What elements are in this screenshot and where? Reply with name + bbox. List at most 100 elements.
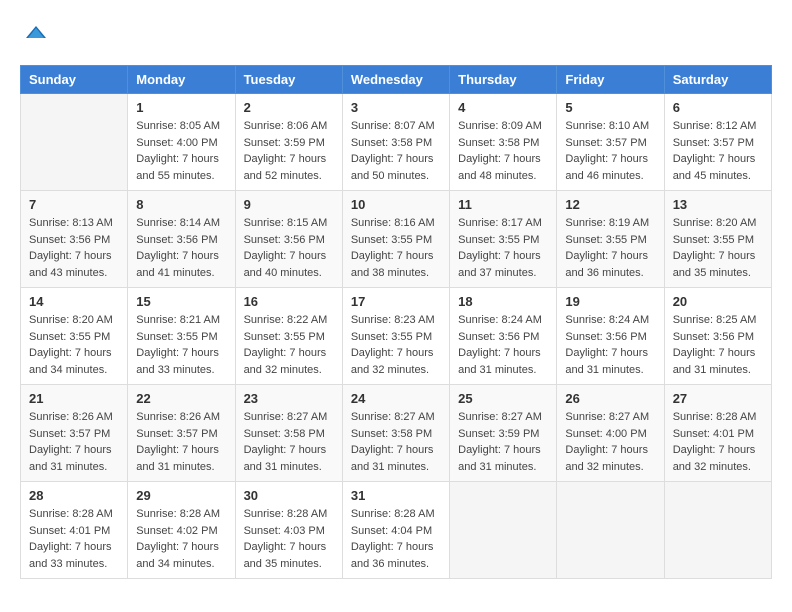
day-number: 16 [244,294,334,309]
day-number: 9 [244,197,334,212]
calendar-cell: 9Sunrise: 8:15 AMSunset: 3:56 PMDaylight… [235,191,342,288]
day-info: Sunrise: 8:17 AMSunset: 3:55 PMDaylight:… [458,215,548,281]
day-number: 20 [673,294,763,309]
day-number: 7 [29,197,119,212]
calendar-cell: 28 Sunrise: 8:28 AMSunset: 4:01 PMDayligh… [21,482,128,579]
day-number: 23 [244,391,334,406]
calendar-cell: 13Sunrise: 8:20 AMSunset: 3:55 PMDayligh… [664,191,771,288]
calendar-cell: 20 Sunrise: 8:25 AMSunset: 3:56 PMDayligh… [664,288,771,385]
day-info: Sunrise: 8:23 AMSunset: 3:55 PMDaylight:… [351,312,441,378]
day-number: 6 [673,100,763,115]
weekday-header-friday: Friday [557,66,664,94]
day-info: Sunrise: 8:26 AMSunset: 3:57 PMDaylight:… [29,409,119,475]
calendar-cell: 3 Sunrise: 8:07 AMSunset: 3:58 PMDaylight… [342,94,449,191]
day-info: Sunrise: 8:28 AMSunset: 4:04 PMDaylight:… [351,506,441,572]
day-number: 26 [565,391,655,406]
day-number: 25 [458,391,548,406]
day-info: Sunrise: 8:27 AMSunset: 3:58 PMDaylight:… [351,409,441,475]
day-number: 28 [29,488,119,503]
day-info: Sunrise: 8:28 AMSunset: 4:01 PMDaylight:… [673,409,763,475]
calendar-header-row: SundayMondayTuesdayWednesdayThursdayFrid… [21,66,772,94]
day-info: Sunrise: 8:16 AMSunset: 3:55 PMDaylight:… [351,215,441,281]
calendar-cell: 26 Sunrise: 8:27 AMSunset: 4:00 PMDayligh… [557,385,664,482]
calendar-cell: 14Sunrise: 8:20 AMSunset: 3:55 PMDayligh… [21,288,128,385]
calendar-cell: 27 Sunrise: 8:28 AMSunset: 4:01 PMDayligh… [664,385,771,482]
calendar-cell: 4 Sunrise: 8:09 AMSunset: 3:58 PMDaylight… [450,94,557,191]
calendar-cell: 7 Sunrise: 8:13 AMSunset: 3:56 PMDaylight… [21,191,128,288]
day-number: 22 [136,391,226,406]
calendar-cell: 6Sunrise: 8:12 AMSunset: 3:57 PMDaylight… [664,94,771,191]
calendar-cell: 31 Sunrise: 8:28 AMSunset: 4:04 PMDayligh… [342,482,449,579]
calendar-cell: 29 Sunrise: 8:28 AMSunset: 4:02 PMDayligh… [128,482,235,579]
calendar-cell: 17 Sunrise: 8:23 AMSunset: 3:55 PMDayligh… [342,288,449,385]
day-number: 3 [351,100,441,115]
day-info: Sunrise: 8:22 AMSunset: 3:55 PMDaylight:… [244,312,334,378]
day-info: Sunrise: 8:28 AMSunset: 4:03 PMDaylight:… [244,506,334,572]
calendar-cell [664,482,771,579]
calendar-cell: 8 Sunrise: 8:14 AMSunset: 3:56 PMDaylight… [128,191,235,288]
weekday-header-tuesday: Tuesday [235,66,342,94]
day-info: Sunrise: 8:14 AMSunset: 3:56 PMDaylight:… [136,215,226,281]
day-info: Sunrise: 8:26 AMSunset: 3:57 PMDaylight:… [136,409,226,475]
day-number: 10 [351,197,441,212]
calendar-cell: 18 Sunrise: 8:24 AMSunset: 3:56 PMDayligh… [450,288,557,385]
calendar-cell: 1 Sunrise: 8:05 AMSunset: 4:00 PMDaylight… [128,94,235,191]
calendar-cell: 23 Sunrise: 8:27 AMSunset: 3:58 PMDayligh… [235,385,342,482]
day-info: Sunrise: 8:21 AMSunset: 3:55 PMDaylight:… [136,312,226,378]
day-number: 29 [136,488,226,503]
day-number: 18 [458,294,548,309]
day-number: 17 [351,294,441,309]
weekday-header-thursday: Thursday [450,66,557,94]
calendar-cell: 5 Sunrise: 8:10 AMSunset: 3:57 PMDaylight… [557,94,664,191]
day-number: 8 [136,197,226,212]
day-number: 21 [29,391,119,406]
day-number: 31 [351,488,441,503]
weekday-header-wednesday: Wednesday [342,66,449,94]
day-number: 15 [136,294,226,309]
calendar-table: SundayMondayTuesdayWednesdayThursdayFrid… [20,65,772,579]
day-info: Sunrise: 8:06 AMSunset: 3:59 PMDaylight:… [244,118,334,184]
calendar-week-1: 1 Sunrise: 8:05 AMSunset: 4:00 PMDaylight… [21,94,772,191]
day-info: Sunrise: 8:24 AMSunset: 3:56 PMDaylight:… [458,312,548,378]
day-info: Sunrise: 8:09 AMSunset: 3:58 PMDaylight:… [458,118,548,184]
calendar-cell: 24 Sunrise: 8:27 AMSunset: 3:58 PMDayligh… [342,385,449,482]
day-number: 4 [458,100,548,115]
calendar-cell [21,94,128,191]
calendar-week-4: 21 Sunrise: 8:26 AMSunset: 3:57 PMDayligh… [21,385,772,482]
day-info: Sunrise: 8:27 AMSunset: 3:58 PMDaylight:… [244,409,334,475]
day-info: Sunrise: 8:13 AMSunset: 3:56 PMDaylight:… [29,215,119,281]
calendar-cell: 12Sunrise: 8:19 AMSunset: 3:55 PMDayligh… [557,191,664,288]
day-number: 24 [351,391,441,406]
day-number: 11 [458,197,548,212]
calendar-cell [557,482,664,579]
calendar-cell [450,482,557,579]
day-info: Sunrise: 8:28 AMSunset: 4:01 PMDaylight:… [29,506,119,572]
logo-icon [22,20,46,44]
day-number: 27 [673,391,763,406]
day-number: 19 [565,294,655,309]
day-info: Sunrise: 8:24 AMSunset: 3:56 PMDaylight:… [565,312,655,378]
calendar-cell: 10 Sunrise: 8:16 AMSunset: 3:55 PMDayligh… [342,191,449,288]
calendar-cell: 16 Sunrise: 8:22 AMSunset: 3:55 PMDayligh… [235,288,342,385]
calendar-cell: 22 Sunrise: 8:26 AMSunset: 3:57 PMDayligh… [128,385,235,482]
calendar-week-5: 28 Sunrise: 8:28 AMSunset: 4:01 PMDayligh… [21,482,772,579]
day-info: Sunrise: 8:27 AMSunset: 4:00 PMDaylight:… [565,409,655,475]
calendar-cell: 11 Sunrise: 8:17 AMSunset: 3:55 PMDayligh… [450,191,557,288]
day-info: Sunrise: 8:10 AMSunset: 3:57 PMDaylight:… [565,118,655,184]
day-info: Sunrise: 8:20 AMSunset: 3:55 PMDaylight:… [673,215,763,281]
day-info: Sunrise: 8:19 AMSunset: 3:55 PMDaylight:… [565,215,655,281]
calendar-cell: 30 Sunrise: 8:28 AMSunset: 4:03 PMDayligh… [235,482,342,579]
day-number: 30 [244,488,334,503]
calendar-cell: 21 Sunrise: 8:26 AMSunset: 3:57 PMDayligh… [21,385,128,482]
calendar-cell: 15 Sunrise: 8:21 AMSunset: 3:55 PMDayligh… [128,288,235,385]
calendar-cell: 19 Sunrise: 8:24 AMSunset: 3:56 PMDayligh… [557,288,664,385]
day-info: Sunrise: 8:28 AMSunset: 4:02 PMDaylight:… [136,506,226,572]
day-info: Sunrise: 8:05 AMSunset: 4:00 PMDaylight:… [136,118,226,184]
day-info: Sunrise: 8:07 AMSunset: 3:58 PMDaylight:… [351,118,441,184]
day-info: Sunrise: 8:25 AMSunset: 3:56 PMDaylight:… [673,312,763,378]
weekday-header-monday: Monday [128,66,235,94]
page-header [20,20,772,49]
day-number: 5 [565,100,655,115]
day-number: 2 [244,100,334,115]
day-number: 1 [136,100,226,115]
